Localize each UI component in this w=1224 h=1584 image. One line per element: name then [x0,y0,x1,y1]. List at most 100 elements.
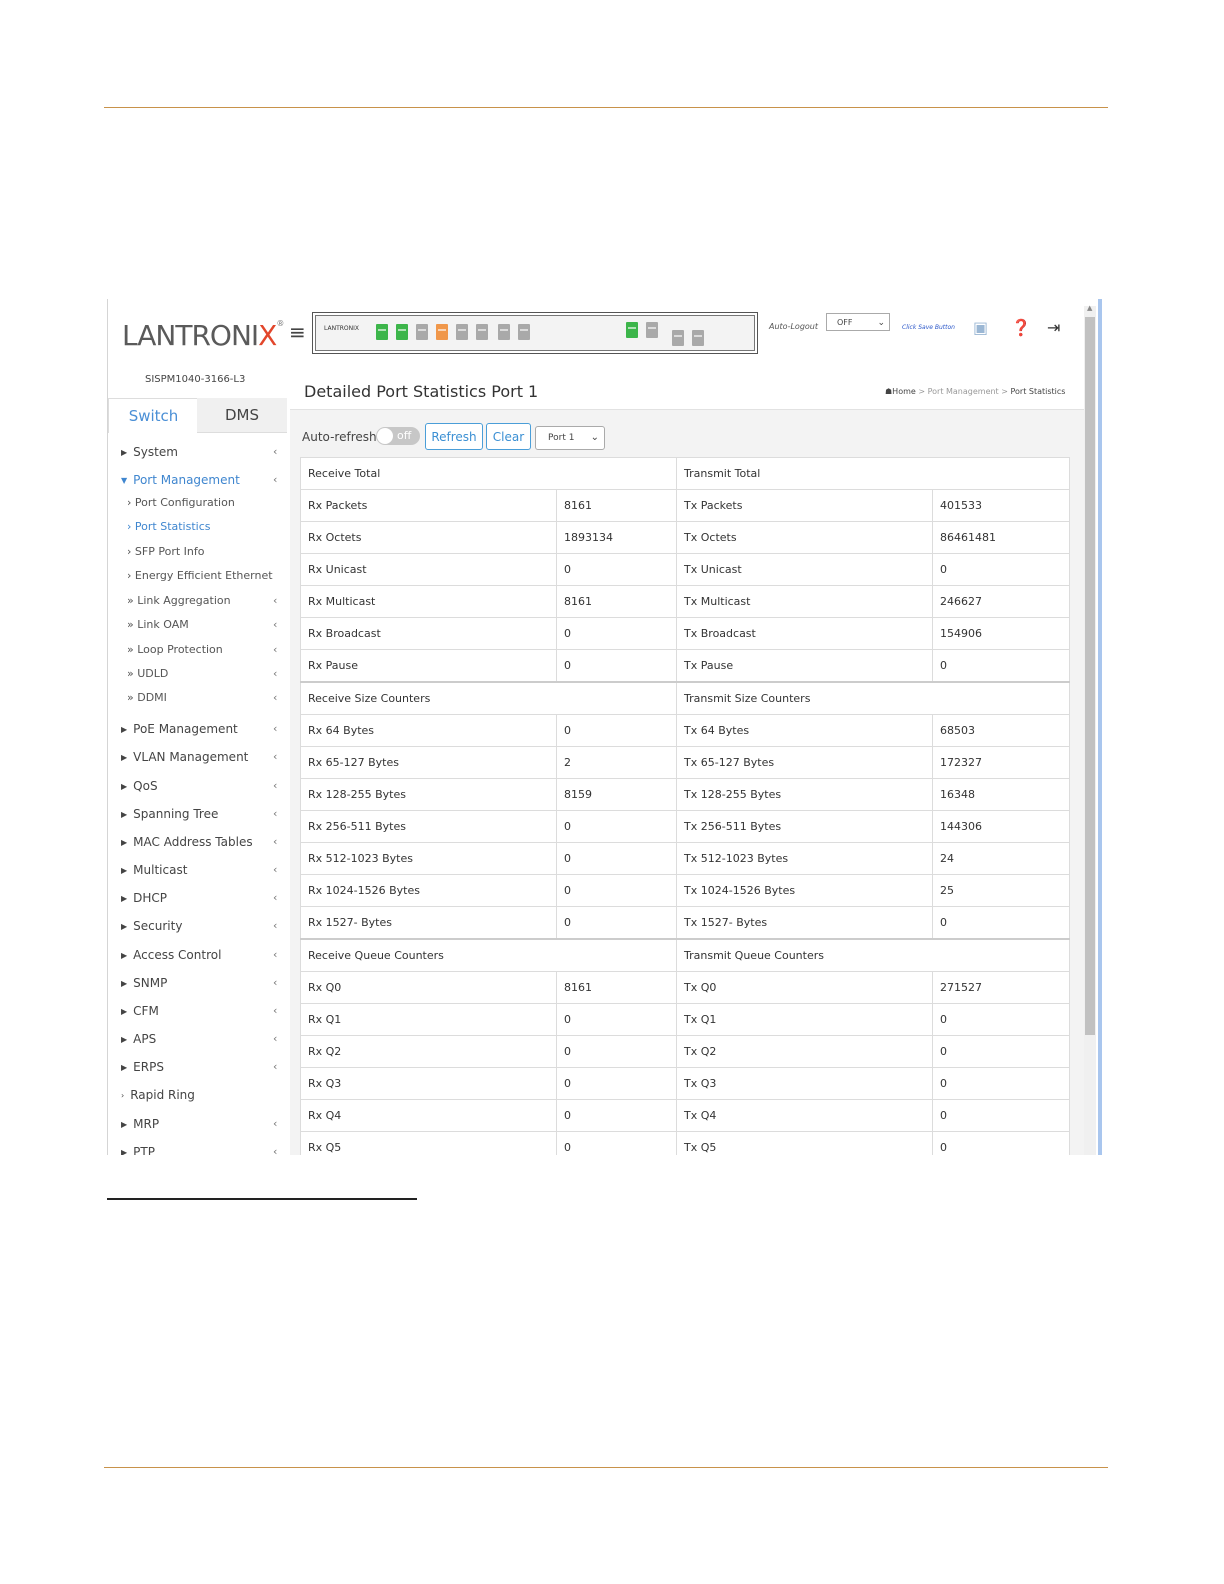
port-led-icon[interactable] [376,324,388,340]
stat-value: 154906 [932,617,1071,650]
sidebar-item-aps[interactable]: ▶ APS [121,1032,156,1046]
port-led-icon[interactable] [436,324,448,340]
chevron-left-icon[interactable]: ‹ [273,948,277,961]
caret-right-icon: ▶ [121,810,128,819]
chevron-left-icon[interactable]: ‹ [273,594,277,607]
auto-logout-select[interactable]: OFF ⌄ [826,313,890,331]
port-led-icon[interactable] [518,324,530,340]
chevron-left-icon[interactable]: ‹ [273,667,277,680]
sidebar-item-link-oam[interactable]: » Link OAM [127,618,189,631]
port-led-icon[interactable] [672,330,684,346]
port-led-icon[interactable] [396,324,408,340]
caret-down-icon: ▼ [121,476,128,485]
logout-icon[interactable]: ⇥ [1047,319,1060,337]
sidebar-item-label: QoS [133,779,158,793]
sidebar-item-erps[interactable]: ▶ ERPS [121,1060,164,1074]
clear-button[interactable]: Clear [486,423,531,450]
caret-right-icon: ▶ [121,979,128,988]
port-statistics-table: Receive Total Transmit Total Rx Packets 816… [299,457,1071,1155]
section-header: Receive Size Counters [299,681,678,715]
sidebar-item-port-configuration[interactable]: › Port Configuration [127,496,235,509]
caret-right-icon: ▶ [121,448,128,457]
sidebar-item-port-statistics[interactable]: › Port Statistics [127,520,211,533]
stat-value: 0 [932,1131,1071,1155]
screenshot-window: LANTRONIX® ≡ LANTRONIX Auto-Logout OFF ⌄ … [107,299,1102,1155]
breadcrumb-port-management[interactable]: Port Management [928,387,999,396]
sidebar-item-rapid-ring[interactable]: › Rapid Ring [121,1088,195,1102]
refresh-button[interactable]: Refresh [425,423,483,450]
stat-label: Tx 256-511 Bytes [676,810,934,843]
port-led-icon[interactable] [456,324,468,340]
chevron-left-icon[interactable]: ‹ [273,1060,277,1073]
chevron-left-icon[interactable]: ‹ [273,835,277,848]
stat-label: Rx Broadcast [300,617,557,650]
scrollbar-thumb[interactable] [1085,317,1095,1035]
tab-switch[interactable]: Switch [108,398,199,433]
tab-dms[interactable]: DMS [197,398,287,433]
hamburger-menu-icon[interactable]: ≡ [289,322,306,342]
auto-refresh-toggle[interactable]: off [376,427,420,445]
chevron-left-icon[interactable]: ‹ [273,891,277,904]
chevron-left-icon[interactable]: ‹ [273,1032,277,1045]
help-icon[interactable]: ❓ [1011,319,1031,337]
chevron-left-icon[interactable]: ‹ [273,919,277,932]
chevron-left-icon[interactable]: ‹ [273,976,277,989]
chevron-left-icon[interactable]: ‹ [273,1004,277,1017]
port-led-icon[interactable] [692,330,704,346]
chevron-left-icon[interactable]: ‹ [273,722,277,735]
stat-label: Tx Pause [676,649,934,683]
port-led-icon[interactable] [476,324,488,340]
sidebar-item-ptp[interactable]: ▶ PTP [121,1145,155,1155]
stat-value: 0 [555,842,678,875]
sidebar-item-link-aggregation[interactable]: » Link Aggregation [127,594,231,607]
sidebar-item-snmp[interactable]: ▶ SNMP [121,976,167,990]
sidebar-item-loop-protection[interactable]: » Loop Protection [127,643,223,656]
sidebar-item-qos[interactable]: ▶ QoS [121,779,158,793]
table-row: Rx Pause 0 Tx Pause 0 [300,649,1071,683]
chevron-left-icon[interactable]: ‹ [273,691,277,704]
scroll-up-icon[interactable]: ▲ [1087,304,1092,312]
sidebar-item-system[interactable]: ▶ System [121,445,178,459]
chevron-left-icon[interactable]: ‹ [273,618,277,631]
sidebar-item-port-management[interactable]: ▼ Port Management [121,473,240,487]
table-row: Rx Octets 1893134 Tx Octets 86461481 [300,521,1071,554]
table-row: Rx 256-511 Bytes 0 Tx 256-511 Bytes 144306 [300,810,1071,843]
chevron-left-icon[interactable]: ‹ [273,1145,277,1155]
port-led-icon[interactable] [416,324,428,340]
sidebar-item-mrp[interactable]: ▶ MRP [121,1117,159,1131]
stat-value: 0 [555,874,678,907]
sidebar-item-dhcp[interactable]: ▶ DHCP [121,891,167,905]
section-header: Transmit Size Counters [676,681,1071,715]
auto-logout-label: Auto-Logout [769,322,818,331]
save-icon[interactable]: ▣ [973,319,988,337]
sidebar-item-access-control[interactable]: ▶ Access Control [121,948,221,962]
chevron-left-icon[interactable]: ‹ [273,863,277,876]
breadcrumb-home[interactable]: Home [892,387,916,396]
chevron-left-icon[interactable]: ‹ [273,750,277,763]
stat-label: Tx 64 Bytes [676,714,934,747]
port-led-icon[interactable] [498,324,510,340]
sidebar-item-mac-address-tables[interactable]: ▶ MAC Address Tables [121,835,253,849]
chevron-right-icon: › [127,520,135,533]
chevron-left-icon[interactable]: ‹ [273,445,277,458]
sidebar-item-security[interactable]: ▶ Security [121,919,182,933]
sidebar-item-energy-efficient-ethernet[interactable]: › Energy Efficient Ethernet [127,569,273,582]
sidebar-item-ddmi[interactable]: » DDMI [127,691,167,704]
chevron-left-icon[interactable]: ‹ [273,473,277,486]
port-led-icon[interactable] [646,322,658,338]
sidebar-item-label: Link OAM [137,618,189,631]
sidebar-item-cfm[interactable]: ▶ CFM [121,1004,159,1018]
chevron-left-icon[interactable]: ‹ [273,807,277,820]
sidebar-item-vlan-management[interactable]: ▶ VLAN Management [121,750,248,764]
sidebar-item-sfp-port-info[interactable]: › SFP Port Info [127,545,204,558]
sidebar-item-poe-management[interactable]: ▶ PoE Management [121,722,238,736]
sidebar-item-multicast[interactable]: ▶ Multicast [121,863,187,877]
chevron-left-icon[interactable]: ‹ [273,1117,277,1130]
port-select[interactable]: Port 1 ⌄ [535,426,605,450]
sidebar-item-udld[interactable]: » UDLD [127,667,168,680]
chevron-left-icon[interactable]: ‹ [273,779,277,792]
port-led-icon[interactable] [626,322,638,338]
chevron-left-icon[interactable]: ‹ [273,643,277,656]
stat-label: Rx 256-511 Bytes [300,810,557,843]
sidebar-item-spanning-tree[interactable]: ▶ Spanning Tree [121,807,218,821]
